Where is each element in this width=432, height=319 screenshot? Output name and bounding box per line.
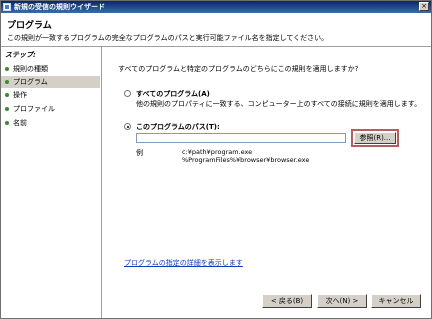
program-path-input[interactable]	[136, 133, 346, 143]
step-action[interactable]: 操作	[1, 89, 100, 101]
step-bullet-icon	[5, 93, 9, 97]
browse-button[interactable]: 参照(R)...	[354, 132, 396, 144]
step-bullet-icon	[5, 80, 9, 84]
window-title: 新規の受信の規則ウイザード	[14, 3, 105, 11]
example-path: %ProgramFiles%¥browser¥browser.exe	[182, 156, 310, 164]
step-bullet-icon	[5, 67, 9, 71]
example-label: 例	[136, 149, 143, 157]
learn-more-link[interactable]: プログラムの指定の詳細を表示します	[124, 258, 243, 268]
wizard-header: プログラム この規則が一致するプログラムの完全なプログラムのパスと実行可能ファイ…	[1, 13, 431, 47]
program-path-radio[interactable]	[124, 123, 131, 130]
step-bullet-icon	[5, 121, 9, 125]
steps-title: ステップ:	[5, 51, 36, 59]
cancel-button[interactable]: キャンセル	[371, 294, 421, 308]
main-content: すべてのプログラムと特定のプログラムのどちらにこの規則を適用しますか? すべての…	[102, 47, 431, 318]
all-programs-radio[interactable]	[124, 90, 131, 97]
title-bar[interactable]: 新規の受信の規則ウイザード ×	[1, 1, 431, 13]
program-path-label[interactable]: このプログラムのパス(T):	[136, 122, 220, 132]
step-program[interactable]: プログラム	[1, 76, 100, 88]
step-bullet-icon	[5, 107, 9, 111]
close-button[interactable]: ×	[419, 2, 429, 11]
step-label: プロファイル	[13, 105, 55, 113]
all-programs-description: 他の規則のプロパティに一致する、コンピューター上のすべての接続に規則を適用します…	[136, 100, 422, 108]
page-description: この規則が一致するプログラムの完全なプログラムのパスと実行可能ファイル名を指定し…	[7, 34, 329, 42]
page-title: プログラム	[7, 21, 52, 31]
step-rule-type[interactable]: 規則の種類	[1, 63, 100, 75]
step-label: 操作	[13, 91, 27, 99]
wizard-window: 新規の受信の規則ウイザード × プログラム この規則が一致するプログラムの完全な…	[0, 0, 432, 319]
all-programs-label[interactable]: すべてのプログラム(A)	[136, 89, 210, 99]
step-label: 規則の種類	[13, 65, 48, 73]
example-path: c:¥path¥program.exe	[182, 148, 253, 156]
next-button[interactable]: 次へ(N) >	[317, 294, 367, 308]
firewall-app-icon	[3, 3, 11, 11]
back-button[interactable]: < 戻る(B)	[262, 294, 312, 308]
step-profile[interactable]: プロファイル	[1, 103, 100, 115]
question-text: すべてのプログラムと特定のプログラムのどちらにこの規則を適用しますか?	[118, 65, 359, 73]
step-label: 名前	[13, 119, 27, 127]
step-name[interactable]: 名前	[1, 117, 100, 129]
steps-sidebar: ステップ: 規則の種類 プログラム 操作 プロファイル 名前	[1, 47, 102, 318]
step-label: プログラム	[13, 78, 48, 86]
